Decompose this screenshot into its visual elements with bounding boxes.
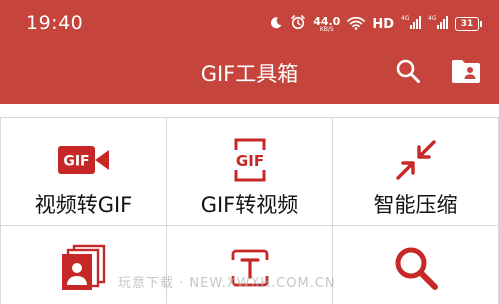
wifi-icon — [347, 15, 366, 34]
search-icon — [388, 240, 444, 296]
svg-text:4G: 4G — [401, 15, 410, 22]
battery-icon: 31 — [455, 17, 482, 31]
tool-label: 视频转GIF — [34, 193, 133, 217]
status-bar: 19:40 44.0 KB/S HD 4G 4G 31 — [0, 0, 499, 48]
net-speed-unit: KB/S — [319, 25, 334, 33]
video-to-gif-icon: GIF — [56, 132, 112, 188]
alarm-icon — [290, 14, 306, 34]
gif-to-video-icon: GIF — [222, 132, 278, 188]
app-screen: 19:40 44.0 KB/S HD 4G 4G 31 GIF工具箱 GIF 视… — [0, 0, 499, 304]
tool-image-stack[interactable] — [0, 226, 167, 304]
hd-label: HD — [372, 16, 394, 32]
tool-label: GIF转视频 — [200, 193, 299, 217]
tool-label: 智能压缩 — [373, 193, 458, 217]
svg-text:4G: 4G — [428, 15, 437, 22]
image-stack-icon — [56, 240, 112, 296]
search-button[interactable] — [393, 58, 423, 88]
compress-icon — [388, 132, 444, 188]
folder-button[interactable] — [451, 58, 481, 88]
tool-text[interactable] — [167, 226, 333, 304]
signal-4g-icon: 4G — [401, 14, 421, 34]
net-speed: 44.0 KB/S — [313, 16, 340, 33]
tool-compress[interactable]: 智能压缩 — [333, 117, 499, 226]
tool-gif-to-video[interactable]: GIF GIF转视频 — [167, 117, 333, 226]
page-title: GIF工具箱 — [200, 62, 299, 86]
header: 19:40 44.0 KB/S HD 4G 4G 31 GIF工具箱 — [0, 0, 499, 104]
moon-icon — [269, 15, 283, 34]
folder-person-icon — [451, 58, 481, 88]
svg-text:GIF: GIF — [63, 154, 89, 170]
watermark: 玩意下载 · NEW.XWXH.COM.CN — [118, 276, 336, 291]
svg-text:GIF: GIF — [235, 152, 263, 170]
battery-level: 31 — [460, 19, 474, 29]
net-speed-value: 44.0 — [313, 14, 341, 28]
signal-4g-icon: 4G — [428, 14, 448, 34]
tool-video-to-gif[interactable]: GIF 视频转GIF — [0, 117, 167, 226]
tool-search[interactable] — [333, 226, 499, 304]
search-icon — [395, 58, 421, 88]
status-time: 19:40 — [26, 12, 84, 34]
status-icons: 44.0 KB/S HD 4G 4G 31 — [269, 13, 482, 35]
